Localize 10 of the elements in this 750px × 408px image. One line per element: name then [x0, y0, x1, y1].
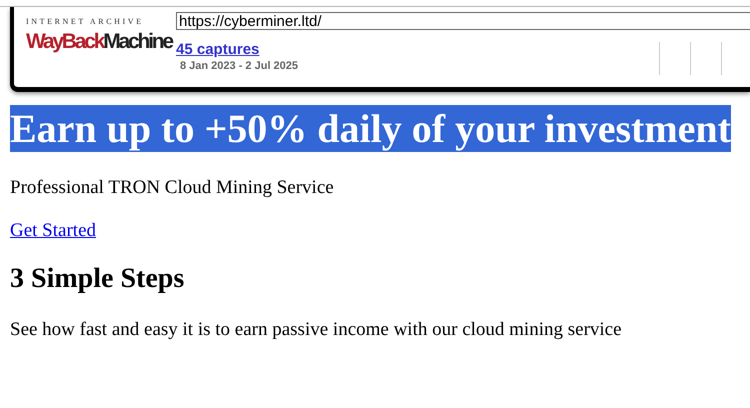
steps-description: See how fast and easy it is to earn passive income with our cloud mining service	[10, 319, 623, 341]
wayback-logo[interactable]: WayBackMachine	[26, 28, 172, 56]
subtitle: Professional TRON Cloud Mining Service	[10, 177, 335, 199]
date-range: 8 Jan 2023 - 2 Jul 2025	[180, 60, 300, 72]
url-field[interactable]: https://cyberminer.ltd/	[176, 12, 750, 30]
get-started-link[interactable]: Get Started	[10, 220, 96, 242]
headline: Earn up to +50% daily of your investment	[10, 105, 731, 152]
steps-heading: 3 Simple Steps	[10, 263, 186, 295]
captures-link[interactable]: 45 captures	[176, 41, 260, 58]
logo-caption: INTERNET ARCHIVE	[26, 17, 145, 26]
